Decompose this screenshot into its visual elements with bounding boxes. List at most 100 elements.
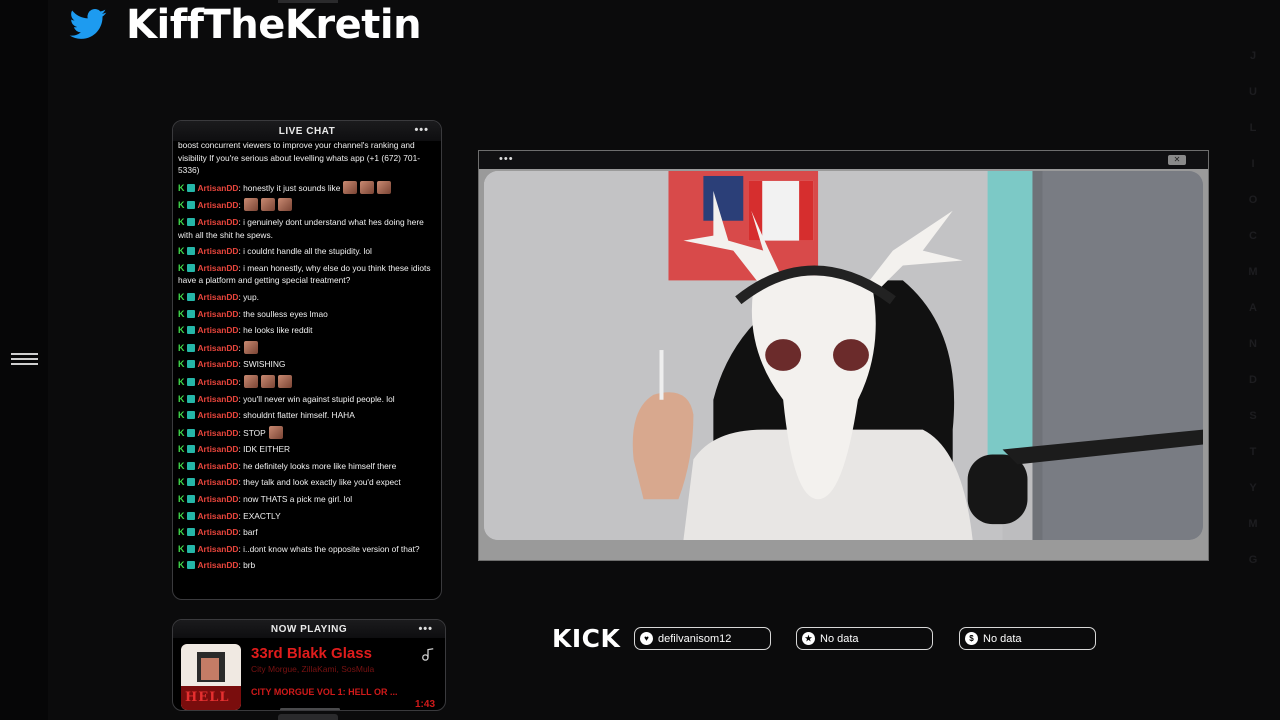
album-art: HELL: [181, 644, 241, 710]
subscriber-badge-icon: [186, 263, 195, 272]
chat-username[interactable]: ArtisanDD: [198, 377, 239, 387]
live-chat-title: LIVE CHAT: [278, 125, 336, 137]
decor-letter: T: [1249, 446, 1257, 458]
now-playing-panel: NOW PLAYING ••• HELL 33rd Blakk Glass Ci…: [172, 619, 446, 711]
decor-letter: M: [1248, 266, 1258, 278]
subscriber-badge-icon: [186, 445, 195, 454]
chat-username[interactable]: ArtisanDD: [198, 292, 239, 302]
chat-text: :: [238, 376, 241, 387]
chat-username[interactable]: ArtisanDD: [198, 200, 239, 210]
menu-icon[interactable]: [11, 353, 38, 365]
subscriber-badge-icon: [186, 377, 195, 386]
chat-username[interactable]: ArtisanDD: [198, 494, 239, 504]
chat-text: : they talk and look exactly like you'd …: [238, 477, 401, 488]
track-info: 33rd Blakk Glass City Morgue, ZillaKami,…: [251, 644, 437, 710]
emote-icon: [243, 198, 258, 212]
chat-message: K ArtisanDD: you'll never win against stu…: [178, 391, 436, 408]
decor-letter: L: [1249, 122, 1257, 134]
subscriber-badge-icon: [186, 183, 195, 192]
subscriber-badge-icon: [186, 394, 195, 403]
chat-message: K ArtisanDD:: [178, 196, 436, 214]
subscriber-badge-icon: [186, 360, 195, 369]
chat-username[interactable]: ArtisanDD: [198, 428, 239, 438]
chat-message: K ArtisanDD: they talk and look exactly l…: [178, 474, 436, 491]
track-artists: City Morgue, ZillaKami, SosMula: [251, 664, 375, 674]
kick-latest-donation-pill[interactable]: $ No data: [959, 627, 1096, 650]
emote-icon: [377, 180, 392, 194]
subscriber-badge-icon: [186, 528, 195, 537]
now-playing-body: HELL 33rd Blakk Glass City Morgue, Zilla…: [173, 638, 445, 710]
chat-username[interactable]: ArtisanDD: [198, 444, 239, 454]
kick-badge-icon: K: [178, 427, 185, 438]
emote-icon: [277, 374, 292, 388]
chat-text: : shouldnt flatter himself. HAHA: [238, 410, 355, 421]
chat-message: K ArtisanDD: brb: [178, 557, 436, 574]
decor-letter: U: [1249, 86, 1257, 98]
kick-badge-icon: K: [178, 460, 185, 471]
chat-username[interactable]: ArtisanDD: [198, 246, 239, 256]
kick-badge-icon: K: [178, 444, 185, 455]
decor-letter: Y: [1249, 482, 1257, 494]
chat-username[interactable]: ArtisanDD: [198, 325, 239, 335]
kick-latest-sub-pill[interactable]: ★ No data: [796, 627, 933, 650]
scrollbar[interactable]: [280, 708, 340, 710]
pill-text: No data: [983, 632, 1022, 645]
subscriber-badge-icon: [186, 511, 195, 520]
chat-username[interactable]: ArtisanDD: [198, 263, 239, 273]
chat-username[interactable]: ArtisanDD: [198, 544, 239, 554]
chat-text: : he definitely looks more like himself …: [238, 460, 397, 471]
chat-message: K ArtisanDD: barf: [178, 524, 436, 541]
chat-username[interactable]: ArtisanDD: [198, 343, 239, 353]
chat-username[interactable]: ArtisanDD: [198, 359, 239, 369]
chat-username[interactable]: ArtisanDD: [198, 394, 239, 404]
kick-badge-icon: K: [178, 200, 185, 211]
camera-menu-icon[interactable]: •••: [499, 153, 514, 165]
close-icon[interactable]: ✕: [1168, 155, 1186, 165]
chat-message: K ArtisanDD: shouldnt flatter himself. HA…: [178, 407, 436, 424]
chat-text: : barf: [238, 527, 258, 538]
header: KiffTheKretin: [66, 0, 422, 50]
chat-username[interactable]: ArtisanDD: [198, 527, 239, 537]
chat-username[interactable]: ArtisanDD: [198, 461, 239, 471]
more-options-icon[interactable]: •••: [418, 623, 433, 635]
chat-text: : STOP: [238, 427, 266, 438]
more-options-icon[interactable]: •••: [414, 124, 429, 136]
chat-message: K ArtisanDD: yup.: [178, 289, 436, 306]
now-playing-title: NOW PLAYING: [270, 623, 348, 635]
chat-username[interactable]: ArtisanDD: [198, 477, 239, 487]
chat-username[interactable]: ArtisanDD: [198, 309, 239, 319]
chat-message: K ArtisanDD: SWISHING: [178, 356, 436, 373]
chat-text: : i..dont know whats the opposite versio…: [238, 543, 420, 554]
chat-text: : he looks like reddit: [238, 325, 313, 336]
chat-text: : the soulless eyes lmao: [238, 308, 328, 319]
kick-latest-follower-pill[interactable]: ♥ defilvanisom12: [634, 627, 771, 650]
chat-text: : you'll never win against stupid people…: [238, 393, 395, 404]
chat-message: K ArtisanDD:: [178, 373, 436, 391]
emote-icon: [243, 374, 258, 388]
kick-badge-icon: K: [178, 376, 185, 387]
subscriber-badge-icon: [186, 217, 195, 226]
now-playing-header: NOW PLAYING •••: [173, 620, 445, 638]
decor-letter: G: [1248, 554, 1258, 566]
chat-text: boost concurrent viewers to improve your…: [178, 140, 421, 176]
chat-username[interactable]: ArtisanDD: [198, 560, 239, 570]
kick-badge-icon: K: [178, 560, 185, 571]
chat-text: : honestly it just sounds like: [238, 182, 341, 193]
camera-window-bar: ••• ✕: [479, 151, 1208, 169]
subscriber-badge-icon: [186, 326, 195, 335]
subscriber-badge-icon: [186, 478, 195, 487]
chat-username[interactable]: ArtisanDD: [198, 217, 239, 227]
chat-messages: boost concurrent viewers to improve your…: [173, 137, 441, 574]
decor-letter: O: [1248, 194, 1258, 206]
emote-icon: [277, 198, 292, 212]
chat-message: K ArtisanDD: STOP: [178, 424, 436, 442]
decor-letter: N: [1249, 338, 1257, 350]
decor-letter: S: [1249, 410, 1257, 422]
kick-badge-icon: K: [178, 410, 185, 421]
chat-username[interactable]: ArtisanDD: [198, 511, 239, 521]
music-note-icon: [422, 648, 434, 661]
chat-username[interactable]: ArtisanDD: [198, 183, 239, 193]
chat-text: : SWISHING: [238, 359, 286, 370]
chat-username[interactable]: ArtisanDD: [198, 410, 239, 420]
chat-message: K ArtisanDD: i..dont know whats the oppos…: [178, 541, 436, 558]
